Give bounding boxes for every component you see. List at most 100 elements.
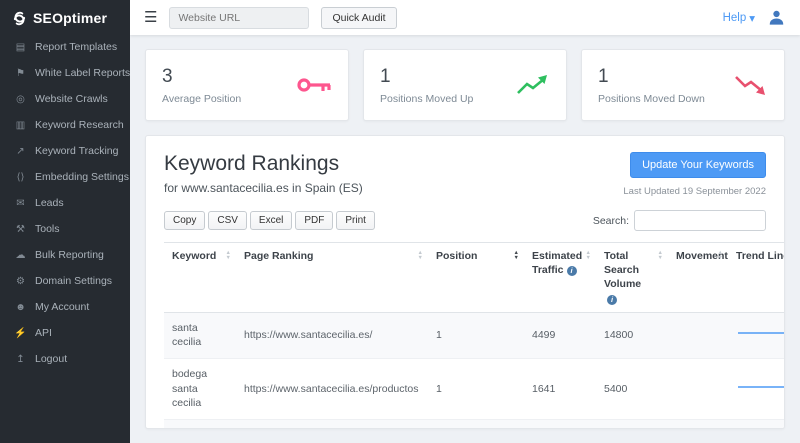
white-label-reports-icon: ⚑ [14, 68, 27, 79]
logo-text: SEOptimer [33, 10, 107, 26]
export-csv-button[interactable]: CSV [208, 211, 247, 230]
stat-label: Positions Moved Down [598, 93, 705, 105]
help-menu[interactable]: Help ▾ [723, 11, 755, 25]
column-header-page-ranking[interactable]: Page Ranking▲▼ [236, 243, 428, 313]
cell-trend-line [728, 359, 785, 420]
sort-down-glyph: ▼ [658, 256, 663, 261]
sort-icon[interactable]: ▲▼ [586, 251, 591, 260]
seoptimer-logo[interactable]: SEOptimer [0, 0, 130, 34]
column-header-trend-line[interactable]: Trend Line▲▼ [728, 243, 785, 313]
column-header-estimated-traffic[interactable]: Estimated Traffici▲▼ [524, 243, 596, 313]
cell-page-ranking[interactable]: https://www.santacecilia.es/blog/cerveza… [236, 420, 428, 429]
search-label: Search: [593, 215, 629, 227]
column-header-position[interactable]: Position▲▼ [428, 243, 524, 313]
stat-value: 1 [380, 66, 473, 88]
sidebar-item-keyword-research[interactable]: ▥ Keyword Research [0, 112, 130, 138]
user-account-icon[interactable] [767, 8, 786, 27]
website-crawls-icon: ◎ [14, 94, 27, 105]
table-header-row: Keyword▲▼Page Ranking▲▼Position▲▼Estimat… [164, 243, 785, 313]
column-header-total-search-volume[interactable]: Total Search Volume i ▲▼ [596, 243, 668, 313]
sidebar-item-report-templates[interactable]: ▤Report Templates [0, 34, 130, 60]
search-input[interactable] [634, 210, 766, 231]
sidebar-item-my-account[interactable]: ☻My Account [0, 294, 130, 320]
sidebar-item-label: White Label Reports [35, 67, 130, 79]
sidebar-item-label: My Account [35, 301, 89, 313]
content: 3Average Position1Positions Moved Up1Pos… [130, 35, 800, 443]
cell-trend-line [728, 312, 785, 358]
stat-card-positions-moved-down: 1 Positions Moved Down [581, 49, 785, 121]
cell-estimated-traffic: 729 [524, 420, 596, 429]
sort-icon[interactable]: ▲▼ [718, 251, 723, 260]
cell-estimated-traffic: 4499 [524, 312, 596, 358]
table-row: cervezas negrashttps://www.santacecilia.… [164, 420, 785, 429]
info-icon[interactable]: i [567, 266, 577, 276]
stat-card-positions-moved-up: 1Positions Moved Up [363, 49, 567, 121]
sort-icon[interactable]: ▲▼ [658, 251, 663, 260]
help-label: Help [723, 12, 747, 24]
export-excel-button[interactable]: Excel [250, 211, 292, 230]
sort-down-glyph: ▼ [514, 256, 519, 261]
hamburger-menu-icon[interactable]: ☰ [144, 10, 157, 25]
column-header-label: Keyword [172, 250, 216, 262]
bulk-reporting-icon: ☁ [14, 250, 27, 261]
topbar: ☰ Quick Audit Help ▾ [130, 0, 800, 35]
sidebar-item-domain-settings[interactable]: ⚙Domain Settings [0, 268, 130, 294]
column-header-keyword[interactable]: Keyword ▲▼ [164, 243, 236, 313]
sidebar-item-leads[interactable]: ✉ Leads [0, 190, 130, 216]
sidebar-item-label: Embedding Settings [35, 171, 129, 183]
sidebar-item-white-label-reports[interactable]: ⚑ White Label Reports [0, 60, 130, 86]
sort-icon[interactable]: ▲▼ [514, 251, 519, 260]
trend-down-icon [734, 73, 768, 97]
stat-value: 1 [598, 66, 705, 88]
stats-row: 3Average Position1Positions Moved Up1Pos… [145, 49, 785, 121]
cell-movement [668, 420, 728, 429]
column-header-label: Total Search Volume [604, 250, 641, 290]
stat-label: Average Position [162, 93, 241, 105]
sidebar-item-tools[interactable]: ⚒ Tools [0, 216, 130, 242]
cell-position: 1 [428, 312, 524, 358]
keyword-rankings-table: Keyword▲▼Page Ranking▲▼Position▲▼Estimat… [164, 242, 785, 429]
seoptimer-logo-icon [12, 11, 27, 26]
cell-page-ranking[interactable]: https://www.santacecilia.es/productos [236, 359, 428, 420]
column-header-label: Trend Line [736, 250, 785, 262]
keyword-research-icon: ▥ [14, 120, 27, 131]
table-row: bodega santa ceciliahttps://www.santacec… [164, 359, 785, 420]
main-area: ☰ Quick Audit Help ▾ 3Average Position1P… [130, 0, 800, 443]
stat-text: 1 Positions Moved Down [598, 66, 705, 105]
cell-search-volume: 14800 [596, 312, 668, 358]
sidebar-item-label: Keyword Research [35, 119, 124, 131]
website-url-input[interactable] [169, 7, 309, 29]
sidebar-item-bulk-reporting[interactable]: ☁Bulk Reporting [0, 242, 130, 268]
sidebar-item-label: Leads [35, 197, 64, 209]
column-header-movement[interactable]: Movement▲▼ [668, 243, 728, 313]
leads-icon: ✉ [14, 198, 27, 209]
stat-text: 1Positions Moved Up [380, 66, 473, 105]
sidebar-item-api[interactable]: ⚡API [0, 320, 130, 346]
table-row: santa ceciliahttps://www.santacecilia.es… [164, 312, 785, 358]
cell-position: 1 [428, 359, 524, 420]
info-icon[interactable]: i [607, 295, 617, 305]
key-icon [296, 74, 332, 96]
sort-icon[interactable]: ▲▼ [226, 251, 231, 260]
cell-keyword: bodega santa cecilia [164, 359, 236, 420]
sidebar-item-label: Report Templates [35, 41, 117, 53]
sidebar-item-logout[interactable]: ↥Logout [0, 346, 130, 372]
export-pdf-button[interactable]: PDF [295, 211, 333, 230]
sidebar-item-website-crawls[interactable]: ◎Website Crawls [0, 86, 130, 112]
quick-audit-button[interactable]: Quick Audit [321, 7, 396, 29]
trend-sparkline [736, 324, 785, 346]
sort-down-glyph: ▼ [718, 256, 723, 261]
tools-icon: ⚒ [14, 224, 27, 235]
stat-value: 3 [162, 66, 241, 88]
update-keywords-button[interactable]: Update Your Keywords [630, 152, 766, 178]
cell-movement [668, 359, 728, 420]
sidebar-item-label: Tools [35, 223, 60, 235]
sort-icon[interactable]: ▲▼ [418, 251, 423, 260]
sidebar-nav: ▤Report Templates ⚑ White Label Reports ◎We… [0, 34, 130, 372]
sidebar-item-embedding-settings[interactable]: ⟨⟩Embedding Settings [0, 164, 130, 190]
sidebar: SEOptimer ▤Report Templates ⚑ White Label … [0, 0, 130, 443]
export-copy-button[interactable]: Copy [164, 211, 205, 230]
sidebar-item-keyword-tracking[interactable]: ↗Keyword Tracking [0, 138, 130, 164]
cell-page-ranking[interactable]: https://www.santacecilia.es/ [236, 312, 428, 358]
export-print-button[interactable]: Print [336, 211, 375, 230]
